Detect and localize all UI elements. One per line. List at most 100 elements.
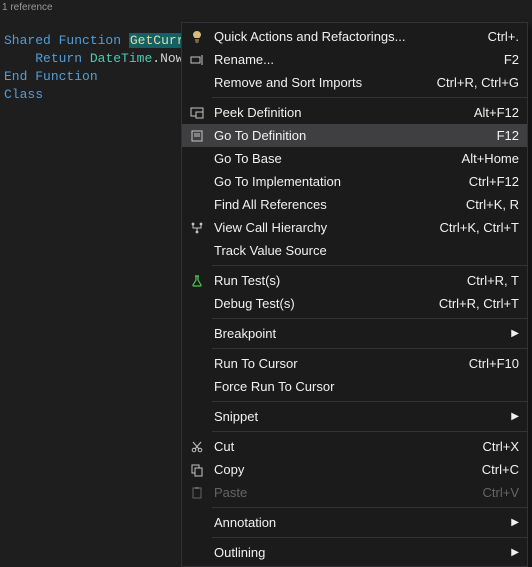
menu-separator [212, 265, 527, 266]
menu-separator [212, 318, 527, 319]
flask-icon [186, 273, 208, 289]
menu-label: Copy [208, 462, 468, 477]
menu-shortcut: Alt+F12 [460, 105, 519, 120]
menu-remove-sort-imports[interactable]: Remove and Sort Imports Ctrl+R, Ctrl+G [182, 71, 527, 94]
menu-annotation[interactable]: Annotation ▶ [182, 511, 527, 534]
blank-icon [186, 326, 208, 342]
menu-separator [212, 537, 527, 538]
menu-separator [212, 431, 527, 432]
menu-shortcut: Ctrl+R, T [453, 273, 519, 288]
menu-shortcut: Ctrl+F12 [455, 174, 519, 189]
codelens-references[interactable]: 1 reference [0, 0, 532, 14]
blank-icon [186, 197, 208, 213]
menu-shortcut: F2 [490, 52, 519, 67]
copy-icon [186, 462, 208, 478]
blank-icon [186, 379, 208, 395]
goto-def-icon [186, 128, 208, 144]
menu-goto-base[interactable]: Go To Base Alt+Home [182, 147, 527, 170]
menu-shortcut: Alt+Home [448, 151, 519, 166]
menu-snippet[interactable]: Snippet ▶ [182, 405, 527, 428]
menu-label: Rename... [208, 52, 490, 67]
menu-shortcut: Ctrl+. [474, 29, 519, 44]
menu-shortcut: Ctrl+X [469, 439, 519, 454]
keyword: End [4, 69, 27, 84]
menu-paste: Paste Ctrl+V [182, 481, 527, 504]
menu-force-run-to-cursor[interactable]: Force Run To Cursor [182, 375, 527, 398]
menu-label: Cut [208, 439, 469, 454]
menu-label: Run To Cursor [208, 356, 455, 371]
menu-track-value-source[interactable]: Track Value Source [182, 239, 527, 262]
menu-label: Remove and Sort Imports [208, 75, 423, 90]
menu-quick-actions[interactable]: Quick Actions and Refactorings... Ctrl+. [182, 25, 527, 48]
property: Now [160, 51, 183, 66]
hierarchy-icon [186, 220, 208, 236]
menu-shortcut: Ctrl+K, Ctrl+T [426, 220, 519, 235]
menu-label: Go To Base [208, 151, 448, 166]
blank-icon [186, 174, 208, 190]
menu-run-to-cursor[interactable]: Run To Cursor Ctrl+F10 [182, 352, 527, 375]
menu-peek-definition[interactable]: Peek Definition Alt+F12 [182, 101, 527, 124]
menu-rename[interactable]: Rename... F2 [182, 48, 527, 71]
menu-label: Breakpoint [208, 326, 509, 341]
menu-shortcut: F12 [483, 128, 519, 143]
menu-separator [212, 348, 527, 349]
menu-label: Quick Actions and Refactorings... [208, 29, 474, 44]
menu-find-all-references[interactable]: Find All References Ctrl+K, R [182, 193, 527, 216]
menu-shortcut: Ctrl+R, Ctrl+G [423, 75, 519, 90]
menu-goto-implementation[interactable]: Go To Implementation Ctrl+F12 [182, 170, 527, 193]
menu-outlining[interactable]: Outlining ▶ [182, 541, 527, 564]
keyword: Shared [4, 33, 51, 48]
menu-label: Track Value Source [208, 243, 505, 258]
menu-label: Debug Test(s) [208, 296, 425, 311]
submenu-arrow-icon: ▶ [509, 328, 519, 339]
menu-cut[interactable]: Cut Ctrl+X [182, 435, 527, 458]
blank-icon [186, 75, 208, 91]
keyword: Function [35, 69, 97, 84]
submenu-arrow-icon: ▶ [509, 517, 519, 528]
submenu-arrow-icon: ▶ [509, 547, 519, 558]
type-name: DateTime [90, 51, 152, 66]
menu-label: Run Test(s) [208, 273, 453, 288]
blank-icon [186, 151, 208, 167]
lightbulb-icon [186, 29, 208, 45]
menu-shortcut: Ctrl+K, R [452, 197, 519, 212]
menu-separator [212, 507, 527, 508]
menu-shortcut: Ctrl+R, Ctrl+T [425, 296, 519, 311]
keyword: Return [35, 51, 82, 66]
blank-icon [186, 515, 208, 531]
menu-view-call-hierarchy[interactable]: View Call Hierarchy Ctrl+K, Ctrl+T [182, 216, 527, 239]
blank-icon [186, 409, 208, 425]
menu-separator [212, 401, 527, 402]
menu-label: Paste [208, 485, 469, 500]
context-menu: Quick Actions and Refactorings... Ctrl+.… [181, 22, 528, 567]
menu-shortcut: Ctrl+F10 [455, 356, 519, 371]
menu-breakpoint[interactable]: Breakpoint ▶ [182, 322, 527, 345]
menu-run-tests[interactable]: Run Test(s) Ctrl+R, T [182, 269, 527, 292]
peek-icon [186, 105, 208, 121]
menu-copy[interactable]: Copy Ctrl+C [182, 458, 527, 481]
rename-icon [186, 52, 208, 68]
submenu-arrow-icon: ▶ [509, 411, 519, 422]
menu-shortcut: Ctrl+V [469, 485, 519, 500]
indent [4, 51, 35, 66]
menu-label: Outlining [208, 545, 509, 560]
blank-icon [186, 545, 208, 561]
menu-separator [212, 97, 527, 98]
keyword: Class [4, 87, 43, 102]
menu-label: Annotation [208, 515, 509, 530]
menu-debug-tests[interactable]: Debug Test(s) Ctrl+R, Ctrl+T [182, 292, 527, 315]
menu-shortcut: Ctrl+C [468, 462, 519, 477]
menu-label: Go To Definition [208, 128, 483, 143]
menu-label: Force Run To Cursor [208, 379, 505, 394]
menu-label: Peek Definition [208, 105, 460, 120]
menu-label: Find All References [208, 197, 452, 212]
menu-label: Snippet [208, 409, 509, 424]
menu-label: View Call Hierarchy [208, 220, 426, 235]
paste-icon [186, 485, 208, 501]
menu-goto-definition[interactable]: Go To Definition F12 [182, 124, 527, 147]
menu-label: Go To Implementation [208, 174, 455, 189]
blank-icon [186, 356, 208, 372]
blank-icon [186, 243, 208, 259]
blank-icon [186, 296, 208, 312]
scissors-icon [186, 439, 208, 455]
